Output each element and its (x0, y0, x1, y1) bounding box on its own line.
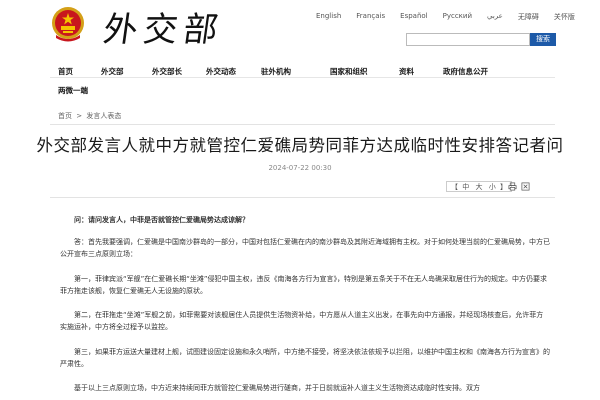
nav-ministry[interactable]: 外交部 (101, 66, 124, 77)
nav-divider (50, 77, 555, 78)
font-bracket-open: 【 (451, 183, 458, 191)
lang-russian[interactable]: Русский (443, 12, 472, 22)
breadcrumb-divider (50, 124, 555, 125)
search-input[interactable] (406, 33, 530, 46)
font-size-medium[interactable]: 大 (475, 183, 482, 191)
nav-home[interactable]: 首页 (58, 66, 73, 77)
lang-french[interactable]: Français (356, 12, 385, 22)
site-header: 外交部 English Français Español Русский عرب… (0, 0, 600, 58)
nav-resources[interactable]: 资料 (399, 66, 414, 77)
font-size-selector: 【 中 大 小 】 (446, 181, 512, 192)
nav-minister[interactable]: 外交部长 (152, 66, 182, 77)
breadcrumb-current[interactable]: 发言人表态 (86, 112, 121, 120)
nav-missions[interactable]: 驻外机构 (261, 66, 291, 77)
answer-paragraph-2: 第一，菲律宾派“军舰”在仁爱礁长期“坐滩”侵犯中国主权，违反《南海各方行为宣言》… (60, 274, 548, 295)
answer-paragraph-3: 第二，在菲拖走“坐滩”军舰之前，如菲需要对该舰居住人员提供生活物资补给，中方愿从… (60, 311, 544, 331)
national-emblem-icon[interactable] (50, 5, 86, 43)
font-size-small[interactable]: 小 (489, 183, 496, 191)
lang-english[interactable]: English (316, 12, 341, 22)
nav-gov-info[interactable]: 政府信息公开 (443, 66, 488, 77)
publish-date: 2024-07-22 00:30 (268, 164, 332, 172)
accessibility-link[interactable]: 无障碍 (518, 12, 539, 22)
content-divider (50, 197, 555, 198)
nav-social-media[interactable]: 两微一端 (58, 85, 88, 96)
question-paragraph: 问：请问发言人，中菲是否就管控仁爱礁局势达成谅解？ (74, 216, 249, 224)
answer-paragraph-4: 第三，如果菲方运送大量建材上舰，试图建设固定设施和永久哨所，中方绝不接受，将坚决… (60, 347, 550, 368)
breadcrumb-separator: > (76, 112, 83, 120)
font-bracket-close: 】 (499, 183, 507, 191)
lang-spanish[interactable]: Español (400, 12, 427, 22)
answer-paragraph-5: 基于以上三点原则立场，中方近来持续同菲方就管控仁爱礁局势进行磋商，并于日前就运补… (74, 384, 480, 392)
font-size-large[interactable]: 中 (462, 183, 469, 191)
lang-arabic[interactable]: عربي (487, 12, 503, 22)
nav-countries-orgs[interactable]: 国家和组织 (330, 66, 368, 77)
site-logo-calligraphy[interactable]: 外交部 (101, 2, 228, 51)
nav-activities[interactable]: 外交动态 (206, 66, 236, 77)
article-body: 问：请问发言人，中菲是否就管控仁爱礁局势达成谅解？ 答：首先我要强调，仁爱礁是中… (60, 214, 550, 400)
close-window-icon[interactable] (521, 182, 530, 191)
breadcrumb-home[interactable]: 首页 (58, 112, 72, 120)
answer-paragraph-1: 答：首先我要强调，仁爱礁是中国南沙群岛的一部分，中国对包括仁爱礁在内的南沙群岛及… (60, 238, 550, 258)
article-toolbar: 【 中 大 小 】 (0, 181, 600, 193)
page-title: 外交部发言人就中方就管控仁爱礁局势同菲方达成临时性安排答记者问 (36, 136, 564, 155)
print-icon[interactable] (508, 182, 517, 191)
elderly-care-link[interactable]: 关怀版 (554, 12, 575, 22)
breadcrumb: 首页 > 发言人表态 (58, 111, 121, 121)
search-button[interactable]: 搜索 (530, 33, 556, 46)
language-menu: English Français Español Русский عربي 无障… (316, 12, 575, 22)
